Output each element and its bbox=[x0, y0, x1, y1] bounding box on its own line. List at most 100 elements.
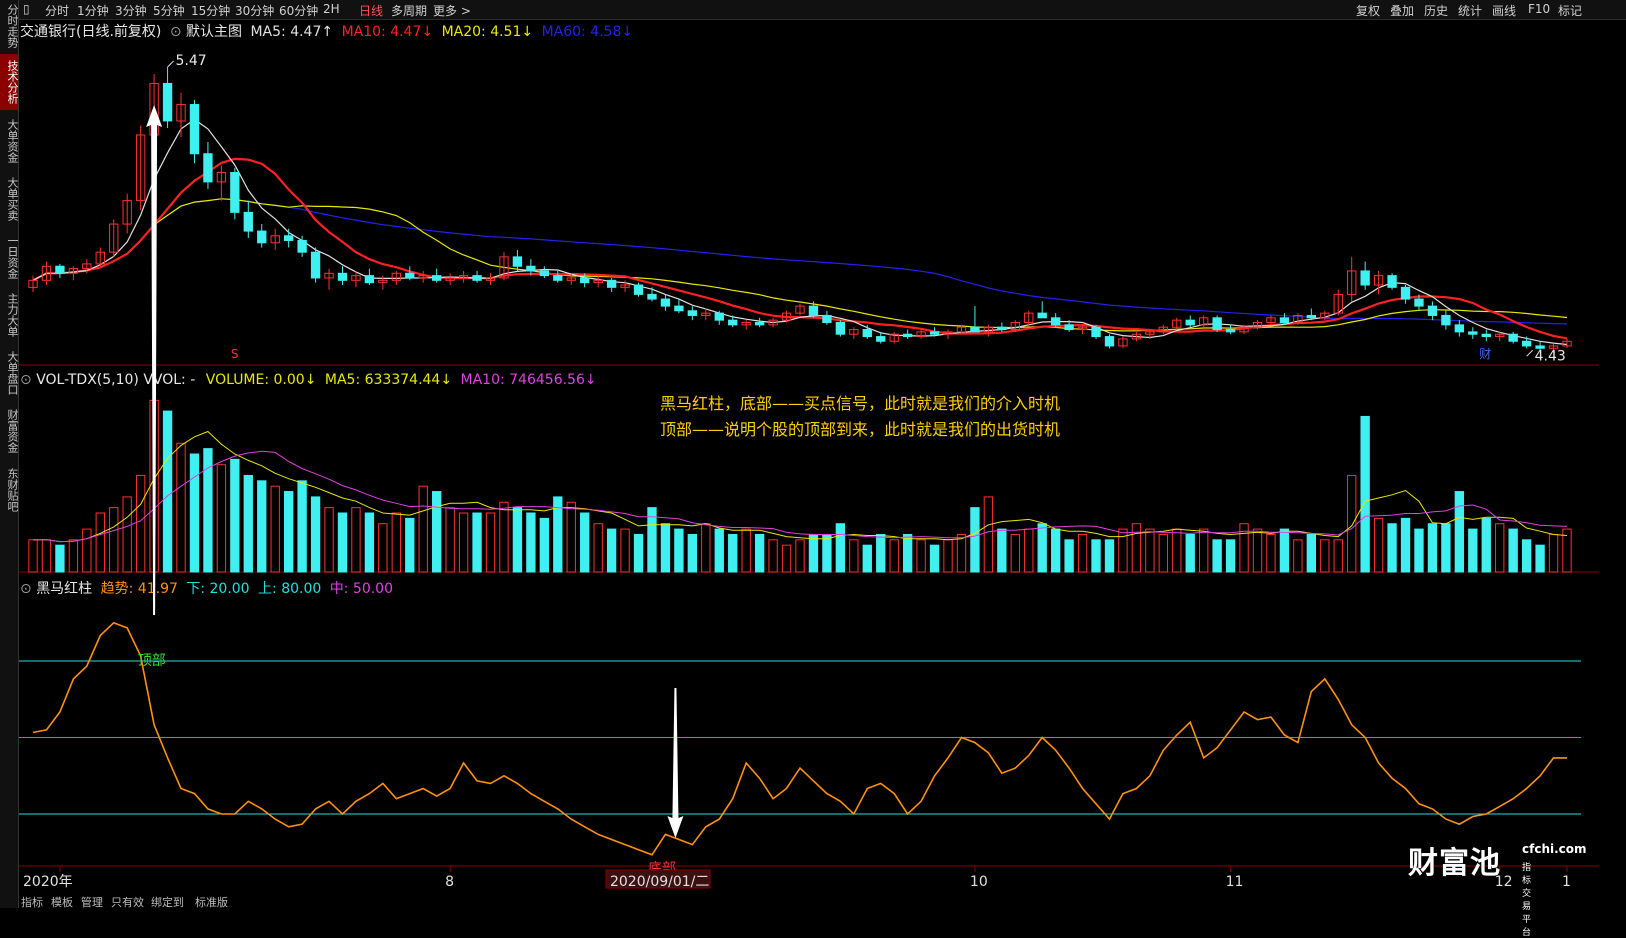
period-tab-9[interactable]: 多周期 bbox=[391, 2, 427, 19]
candle bbox=[754, 322, 765, 326]
sidebar-toggle-icon[interactable]: ▯ bbox=[23, 2, 30, 16]
period-tab-4[interactable]: 15分钟 bbox=[191, 2, 230, 19]
x-axis-label: 10 bbox=[970, 874, 988, 890]
sidebar-tab-6[interactable]: 大单盘口 bbox=[0, 346, 19, 400]
signal-marker-s: S bbox=[231, 347, 239, 361]
volume-bar bbox=[1400, 517, 1411, 573]
toolbar-right-3[interactable]: 统计 bbox=[1458, 2, 1482, 19]
x-axis-label: 2020年 bbox=[23, 874, 73, 890]
period-tab-0[interactable]: 分时 bbox=[45, 2, 69, 19]
volume-bar bbox=[781, 544, 792, 573]
toolbar-right-2[interactable]: 历史 bbox=[1424, 2, 1448, 19]
sidebar-tab-3[interactable]: 大单买卖 bbox=[0, 172, 19, 226]
watermark-logo: 财富池 cfchi.com 指标交易平台 bbox=[1408, 838, 1587, 938]
sidebar-tab-8[interactable]: 东财贴吧 bbox=[0, 462, 19, 518]
volume-bar bbox=[580, 512, 590, 573]
volume-bar bbox=[82, 528, 92, 573]
volume-bar bbox=[405, 517, 415, 573]
bottom-tab-3[interactable]: 只有效 bbox=[111, 894, 144, 908]
candle bbox=[1091, 326, 1101, 338]
trend-line bbox=[32, 621, 1567, 856]
volume-bar bbox=[1225, 539, 1236, 573]
volume-bar bbox=[983, 496, 994, 573]
candle bbox=[714, 312, 724, 321]
volume-bar bbox=[1037, 523, 1047, 573]
candle bbox=[808, 305, 819, 316]
bottom-tab-5[interactable]: 标准版 bbox=[195, 894, 228, 908]
candle bbox=[283, 235, 294, 241]
volume-bar bbox=[445, 507, 455, 573]
toolbar-right-6[interactable]: 标记 bbox=[1558, 2, 1582, 19]
volume-bar bbox=[1104, 539, 1115, 573]
volume-bar bbox=[849, 539, 859, 573]
volume-bar bbox=[270, 485, 280, 573]
volume-bar bbox=[230, 458, 240, 573]
volume-bar bbox=[1333, 539, 1343, 573]
candle bbox=[512, 256, 523, 267]
sidebar-tab-5[interactable]: 主力大单 bbox=[0, 288, 19, 342]
candle bbox=[1225, 329, 1236, 333]
candle bbox=[1400, 286, 1411, 300]
volume-bar bbox=[835, 523, 846, 573]
watermark-url: cfchi.com bbox=[1522, 842, 1587, 856]
volume-bar bbox=[1414, 528, 1424, 573]
bottom-tab-2[interactable]: 管理 bbox=[81, 894, 103, 908]
high-price-label: 5.47 bbox=[176, 53, 207, 69]
candle bbox=[970, 326, 980, 333]
volume-bar bbox=[1360, 415, 1370, 573]
volume-bar bbox=[499, 501, 509, 573]
sidebar-tab-0[interactable]: 分时走势 bbox=[0, 2, 19, 50]
candle bbox=[728, 319, 738, 326]
volume-bar bbox=[297, 480, 307, 573]
period-tab-2[interactable]: 3分钟 bbox=[115, 2, 147, 19]
candle bbox=[1414, 298, 1424, 307]
period-tab-3[interactable]: 5分钟 bbox=[153, 2, 185, 19]
period-tab-8[interactable]: 日线 bbox=[359, 2, 383, 19]
volume-bar bbox=[1172, 528, 1182, 573]
candle bbox=[660, 298, 671, 307]
low-price-label: 4.43 bbox=[1535, 348, 1566, 364]
volume-bar bbox=[351, 507, 361, 573]
volume-bar bbox=[1427, 523, 1438, 573]
sidebar-tab-1[interactable]: 技术分析 bbox=[0, 54, 19, 110]
sidebar-tab-2[interactable]: 大单资金 bbox=[0, 114, 19, 168]
volume-bar bbox=[1158, 533, 1168, 573]
volume-bar bbox=[1050, 528, 1061, 573]
candle bbox=[997, 326, 1007, 331]
volume-bar bbox=[822, 533, 832, 573]
volume-bar bbox=[1468, 528, 1478, 573]
volume-bar bbox=[257, 480, 267, 573]
period-tab-7[interactable]: 2H bbox=[323, 2, 340, 16]
volume-bar bbox=[472, 512, 482, 573]
candle bbox=[1185, 319, 1195, 326]
candle bbox=[580, 277, 590, 284]
toolbar-right-1[interactable]: 叠加 bbox=[1390, 2, 1414, 19]
toolbar-right-4[interactable]: 画线 bbox=[1492, 2, 1516, 19]
period-tab-6[interactable]: 60分钟 bbox=[279, 2, 318, 19]
volume-bar bbox=[1252, 528, 1263, 573]
period-tab-1[interactable]: 1分钟 bbox=[77, 2, 109, 19]
volume-bar bbox=[1508, 528, 1518, 573]
toolbar-right-5[interactable]: F10 bbox=[1528, 2, 1550, 16]
sidebar-tab-7[interactable]: 财富资金 bbox=[0, 404, 19, 458]
bottom-tab-4[interactable]: 绑定到 bbox=[151, 894, 184, 908]
volume-bar bbox=[526, 512, 536, 573]
stock-chart[interactable]: 5.474.43S 财顶部底部2020年 8 2020/09/01/二 10 11 12 1 bbox=[19, 20, 1603, 893]
period-tab-5[interactable]: 30分钟 bbox=[235, 2, 274, 19]
volume-bar bbox=[109, 507, 119, 573]
volume-bar bbox=[216, 464, 227, 573]
volume-bar bbox=[970, 507, 980, 573]
x-axis-label: 8 bbox=[445, 874, 454, 890]
volume-bar bbox=[1131, 523, 1142, 573]
candle bbox=[432, 275, 442, 281]
bottom-tab-0[interactable]: 指标 bbox=[21, 894, 43, 908]
x-axis-label: 1 bbox=[1562, 874, 1571, 890]
period-tab-10[interactable]: 更多 > bbox=[433, 2, 471, 19]
toolbar-right-0[interactable]: 复权 bbox=[1356, 2, 1380, 19]
sidebar-tab-4[interactable]: 一日资金 bbox=[0, 230, 19, 284]
candle bbox=[633, 284, 644, 295]
volume-bar bbox=[203, 448, 213, 573]
bottom-tab-1[interactable]: 模板 bbox=[51, 894, 73, 908]
volume-bar bbox=[55, 544, 65, 573]
volume-bar bbox=[485, 512, 496, 573]
